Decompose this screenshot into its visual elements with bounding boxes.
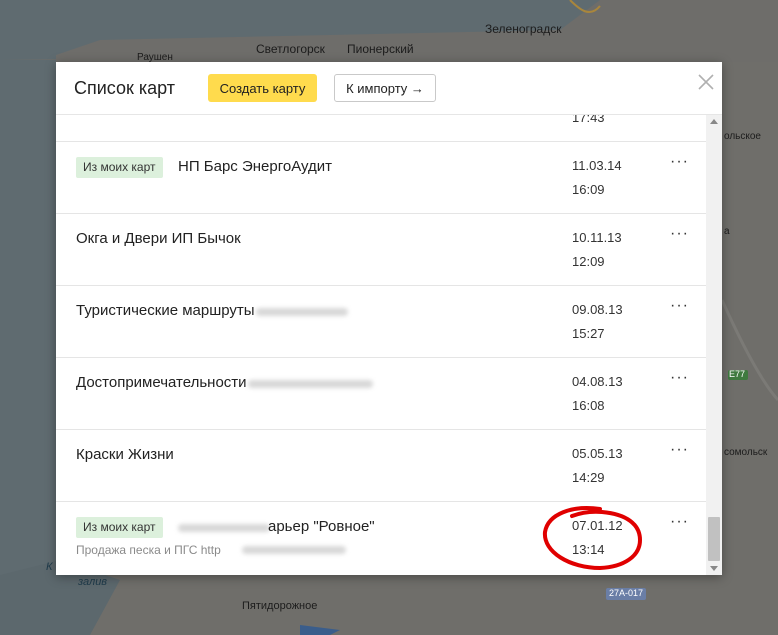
more-menu-icon[interactable]: ··· [670, 297, 689, 315]
dialog-title: Список карт [74, 78, 176, 98]
more-menu-icon[interactable]: ··· [670, 369, 689, 387]
map-label-pionersky: Пионерский [347, 42, 414, 56]
more-menu-icon[interactable]: ··· [670, 225, 689, 243]
list-item[interactable]: Достопримечательности 04.08.13 16:08 ··· [56, 359, 706, 430]
map-label-sa: а [724, 226, 730, 237]
list-item-time: 16:08 [572, 398, 605, 413]
scroll-up-arrow-icon[interactable] [710, 119, 718, 124]
map-list-dialog: Список карт Создать карту К импорту → 17… [56, 62, 722, 575]
list-item-time: 14:29 [572, 470, 605, 485]
list-item-title: Туристические маршруты [76, 302, 255, 319]
map-label-svetlogorsk: Светлогорск [256, 42, 325, 56]
list-item[interactable]: Туристические маршруты 09.08.13 15:27 ··… [56, 287, 706, 358]
create-map-button[interactable]: Создать карту [208, 74, 317, 102]
redacted-text [242, 546, 346, 554]
red-annotation-circle [542, 506, 643, 571]
list-scrollbar[interactable] [706, 115, 722, 575]
list-item-title: Окга и Двери ИП Бычок [76, 230, 241, 247]
map-label-27a017: 27А-017 [609, 588, 644, 598]
list-item-date: 04.08.13 [572, 374, 623, 389]
more-menu-icon[interactable]: ··· [670, 153, 689, 171]
list-item-date: 10.11.13 [572, 230, 622, 245]
more-menu-icon[interactable]: ··· [670, 441, 689, 459]
list-item-date: 11.03.14 [572, 158, 622, 173]
map-label-alskoe: ольское [724, 131, 761, 142]
map-label-zelenogradsk: Зеленоградск [485, 22, 562, 36]
list-item[interactable]: Из моих карт НП Барс ЭнергоАудит 11.03.1… [56, 143, 706, 214]
scrollbar-thumb[interactable] [708, 517, 720, 561]
list-item-time: 15:27 [572, 326, 605, 341]
map-label-e77: E77 [729, 369, 746, 379]
list-item-title: арьер "Ровное" [268, 518, 375, 535]
list-item-time: 12:09 [572, 254, 605, 269]
list-item[interactable]: Окга и Двери ИП Бычок 10.11.13 12:09 ··· [56, 215, 706, 286]
list-item[interactable]: Краски Жизни 05.05.13 14:29 ··· [56, 431, 706, 502]
list-item-title: Достопримечательности [76, 374, 247, 391]
list-item-title: НП Барс ЭнергоАудит [178, 158, 333, 175]
map-label-k: К [46, 561, 53, 573]
more-menu-icon[interactable]: ··· [670, 513, 689, 531]
redacted-text [178, 524, 270, 532]
redacted-text [248, 380, 373, 388]
dialog-header: Список карт Создать карту К импорту → [56, 62, 722, 115]
scroll-down-arrow-icon[interactable] [710, 566, 718, 571]
list-item-description: Продажа песка и ПГС http [76, 543, 221, 557]
map-label-omsolsk: сомольск [724, 447, 768, 458]
map-label-pyatidorozhnoe: Пятидорожное [242, 600, 318, 612]
redacted-text [256, 308, 348, 316]
my-maps-badge: Из моих карт [76, 517, 163, 538]
list-item-title: Краски Жизни [76, 446, 174, 463]
my-maps-badge: Из моих карт [76, 157, 163, 178]
list-item-time: 16:09 [572, 182, 605, 197]
map-label-zaliv: залив [78, 576, 108, 588]
list-item-time: 17:43 [572, 115, 605, 125]
list-item-date: 05.05.13 [572, 446, 623, 461]
list-item-date: 09.08.13 [572, 302, 623, 317]
list-item[interactable]: 17:43 [56, 115, 706, 142]
import-button[interactable]: К импорту → [334, 74, 436, 102]
close-icon[interactable] [696, 72, 716, 92]
